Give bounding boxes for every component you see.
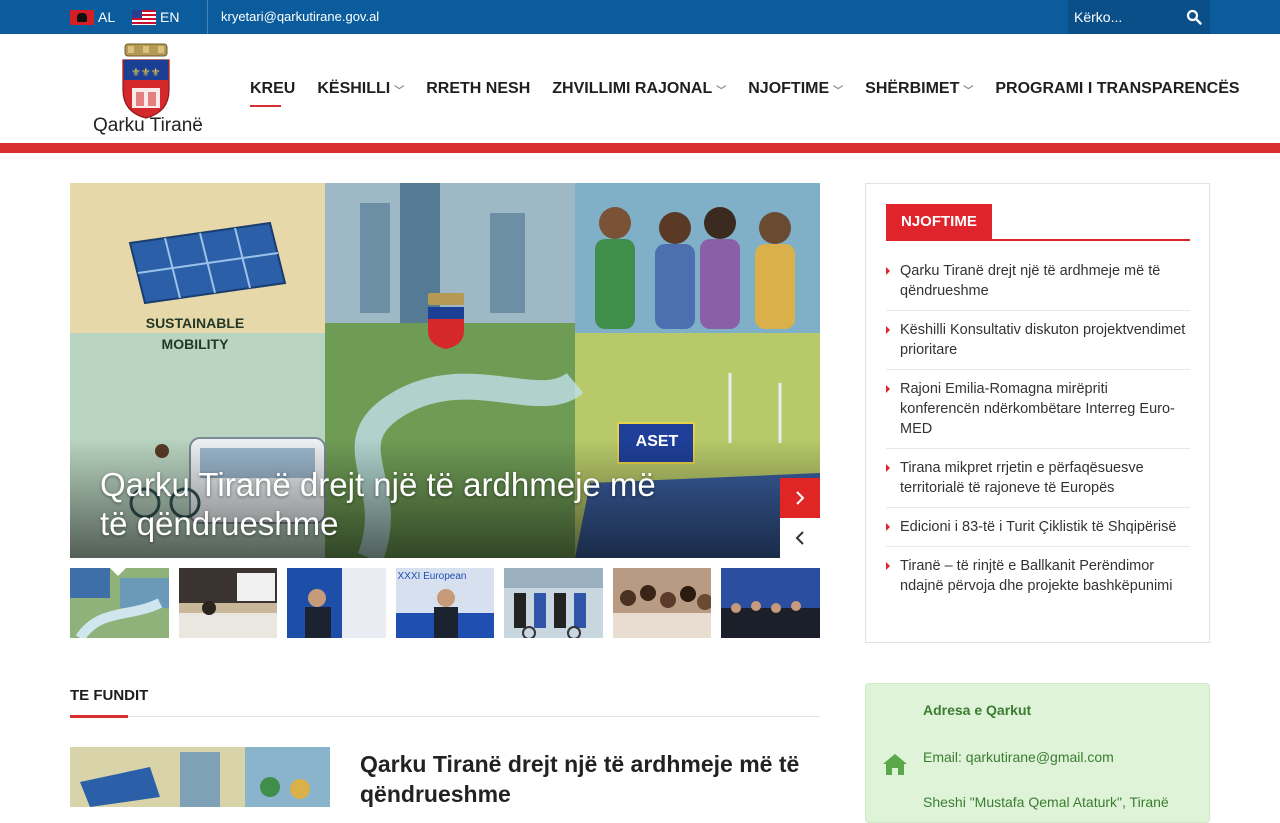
list-item[interactable]: Tirana mikpret rrjetin e përfaqësuesve t… [886, 449, 1190, 508]
usa-flag-icon [132, 9, 156, 25]
address-widget: Adresa e Qarkut Email: qarkutirane@gmail… [865, 683, 1210, 823]
caret-right-icon [886, 267, 890, 275]
svg-text:⚜⚜⚜: ⚜⚜⚜ [131, 66, 161, 79]
slider-thumbnail-3[interactable] [287, 568, 386, 638]
chevron-down-icon: ﹀ [963, 85, 974, 97]
caret-right-icon [886, 523, 890, 531]
caret-right-icon [886, 562, 890, 570]
chevron-down-icon: ﹀ [716, 85, 727, 97]
caret-right-icon [886, 464, 890, 472]
language-en-label: EN [160, 9, 180, 25]
contact-email-link[interactable]: kryetari@qarkutirane.gov.al [221, 9, 379, 24]
slide-image-text-aset: ASET [635, 433, 679, 450]
chevron-down-icon: ﹀ [833, 85, 844, 97]
list-item[interactable]: Edicioni i 83-të i Turit Çiklistik të Sh… [886, 508, 1190, 547]
logo-text: Qarku Tiranë [93, 115, 203, 136]
search-input[interactable] [1074, 7, 1184, 27]
albania-flag-icon [70, 9, 94, 25]
search-box [1068, 0, 1210, 34]
list-item[interactable]: Rajoni Emilia-Romagna mirëpriti konferen… [886, 370, 1190, 449]
thumbnail-image [504, 568, 603, 638]
announcements-list: Qarku Tiranë drejt një të ardhmeje më të… [886, 252, 1190, 605]
latest-divider [70, 716, 820, 717]
thumbnail-image [178, 568, 277, 638]
nav-item-rreth-nesh[interactable]: RRETH NESH [426, 80, 530, 98]
search-icon[interactable] [1186, 9, 1202, 25]
slider-thumbnail-6[interactable] [612, 568, 711, 638]
home-icon [883, 754, 907, 775]
announcements-tab[interactable]: NJOFTIME [886, 204, 992, 239]
list-item[interactable]: Tiranë – të rinjtë e Ballkanit Perëndimo… [886, 547, 1190, 605]
caret-right-icon [886, 326, 890, 334]
thumbnail-image [721, 568, 820, 638]
thumbnail-image [287, 568, 386, 638]
thumbnail-text: XXXI European [397, 571, 467, 582]
latest-article-headline[interactable]: Qarku Tiranë drejt një të ardhmeje më të… [360, 749, 800, 809]
slide-title[interactable]: Qarku Tiranë drejt një të ardhmeje më të… [100, 465, 660, 543]
latest-article-image[interactable] [70, 747, 330, 807]
caret-right-icon [886, 385, 890, 393]
thumbnail-image [612, 568, 711, 638]
list-item[interactable]: Këshilli Konsultativ diskuton projektven… [886, 311, 1190, 370]
slider-thumbnail-2[interactable] [178, 568, 277, 638]
nav-item-njoftime[interactable]: NJOFTIME ﹀ [748, 80, 843, 98]
latest-accent-bar [70, 715, 128, 718]
slider-thumbnail-7[interactable] [721, 568, 820, 638]
nav-item-kreu[interactable]: KREU [250, 80, 295, 107]
language-en-link[interactable]: EN [132, 9, 179, 25]
announcements-widget: NJOFTIME Qarku Tiranë drejt një të ardhm… [865, 183, 1210, 643]
top-bar: AL EN kryetari@qarkutirane.gov.al [0, 0, 1280, 34]
nav-item-sherbimet[interactable]: SHËRBIMET ﹀ [865, 80, 973, 98]
site-header: ⚜⚜⚜ Qarku Tiranë KREU KËSHILLI ﹀ RRETH NE… [0, 34, 1280, 144]
slide-image-text-sustainable-mobility: SUSTAINABLE MOBILITY [145, 315, 245, 352]
thumbnail-image [70, 568, 169, 638]
slider-thumbnail-1[interactable] [70, 568, 169, 638]
address-street: Sheshi "Mustafa Qemal Ataturk", Tiranë [923, 794, 1169, 810]
nav-item-zhvillimi-rajonal[interactable]: ZHVILLIMI RAJONAL ﹀ [552, 80, 726, 98]
featured-slider[interactable]: SUSTAINABLE MOBILITY ASET Qarku Tiranë d… [70, 183, 820, 558]
header-red-bar [0, 143, 1280, 153]
nav-item-keshilli[interactable]: KËSHILLI ﹀ [317, 80, 404, 98]
chevron-down-icon: ﹀ [394, 85, 405, 97]
latest-section-title: TE FUNDIT [70, 687, 149, 704]
nav-item-programi-transparences[interactable]: PROGRAMI I TRANSPARENCËS [995, 80, 1239, 98]
topbar-divider [207, 0, 208, 34]
chevron-right-icon [796, 491, 805, 505]
announcements-underline [886, 239, 1190, 241]
slider-thumbnail-4[interactable]: XXXI European [395, 568, 494, 638]
chevron-left-icon [795, 531, 804, 545]
list-item[interactable]: Qarku Tiranë drejt një të ardhmeje më të… [886, 252, 1190, 311]
slider-prev-button[interactable] [780, 518, 820, 558]
main-nav: KREU KËSHILLI ﹀ RRETH NESH ZHVILLIMI RAJO… [250, 80, 1240, 107]
slider-thumbnail-5[interactable] [504, 568, 603, 638]
address-email[interactable]: Email: qarkutirane@gmail.com [923, 749, 1114, 765]
slider-thumbnails: XXXI European [70, 568, 820, 638]
language-al-label: AL [98, 9, 116, 25]
address-title: Adresa e Qarkut [923, 702, 1032, 718]
slider-next-button[interactable] [780, 478, 820, 518]
language-al-link[interactable]: AL [70, 9, 115, 25]
latest-article-picture [70, 747, 330, 807]
